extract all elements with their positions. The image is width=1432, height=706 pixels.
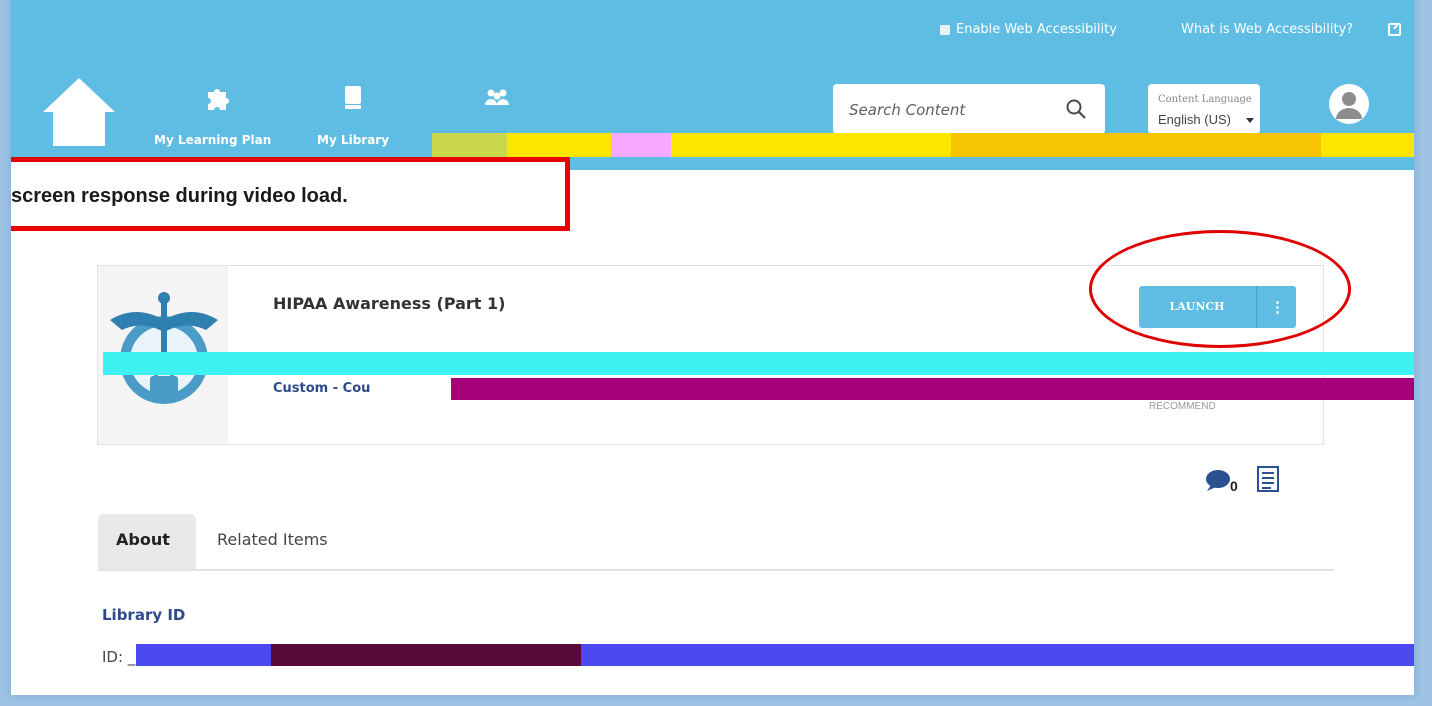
course-type-label: Custom - Cou [273, 381, 371, 396]
enable-accessibility-label[interactable]: Enable Web Accessibility [956, 22, 1117, 37]
recommend-label[interactable]: RECOMMEND [1149, 401, 1216, 412]
tabs-divider [98, 569, 1334, 571]
glitch-band-cyan [103, 352, 1414, 375]
hipaa-logo: HIPAA [106, 292, 222, 404]
puzzle-icon [208, 89, 229, 110]
nav-my-learning-plan[interactable]: My Learning Plan [154, 133, 271, 147]
external-link-icon[interactable] [1388, 23, 1401, 36]
top-header: Enable Web Accessibility What is Web Acc… [11, 0, 1414, 170]
library-id-prefix: ID: _ [102, 648, 136, 666]
library-id-heading: Library ID [102, 606, 186, 624]
content-language-caption: Content Language [1158, 94, 1252, 105]
callout-text: screen response during video load. [11, 185, 348, 207]
user-avatar-icon[interactable] [1328, 83, 1370, 125]
search-icon[interactable] [1065, 98, 1087, 120]
search-box[interactable] [833, 84, 1105, 134]
search-input[interactable] [847, 100, 1061, 120]
nav-my-library[interactable]: My Library [317, 133, 389, 147]
accessibility-checkbox[interactable] [940, 25, 950, 35]
annotation-callout: screen response during video load. [11, 157, 570, 231]
notes-icon[interactable] [1257, 466, 1279, 492]
people-icon [485, 89, 509, 105]
comment-count: 0 [1230, 478, 1238, 494]
tab-related-items[interactable]: Related Items [217, 530, 328, 549]
home-icon[interactable] [41, 76, 117, 148]
comment-icon[interactable] [1205, 469, 1231, 491]
app-window: Enable Web Accessibility What is Web Acc… [11, 0, 1414, 695]
tab-about[interactable]: About [98, 514, 196, 569]
book-icon [345, 86, 361, 109]
course-title[interactable]: HIPAA Awareness (Part 1) [273, 294, 505, 313]
highlight-oval [1089, 230, 1351, 348]
tab-about-label: About [116, 530, 170, 549]
content-language-select[interactable]: Content Language English (US) [1148, 84, 1260, 134]
chevron-down-icon [1246, 118, 1254, 123]
glitch-band-id-dark [271, 644, 581, 666]
content-language-value: English (US) [1158, 112, 1231, 127]
glitch-band-magenta [451, 378, 1414, 400]
what-is-accessibility-link[interactable]: What is Web Accessibility? [1181, 22, 1353, 37]
